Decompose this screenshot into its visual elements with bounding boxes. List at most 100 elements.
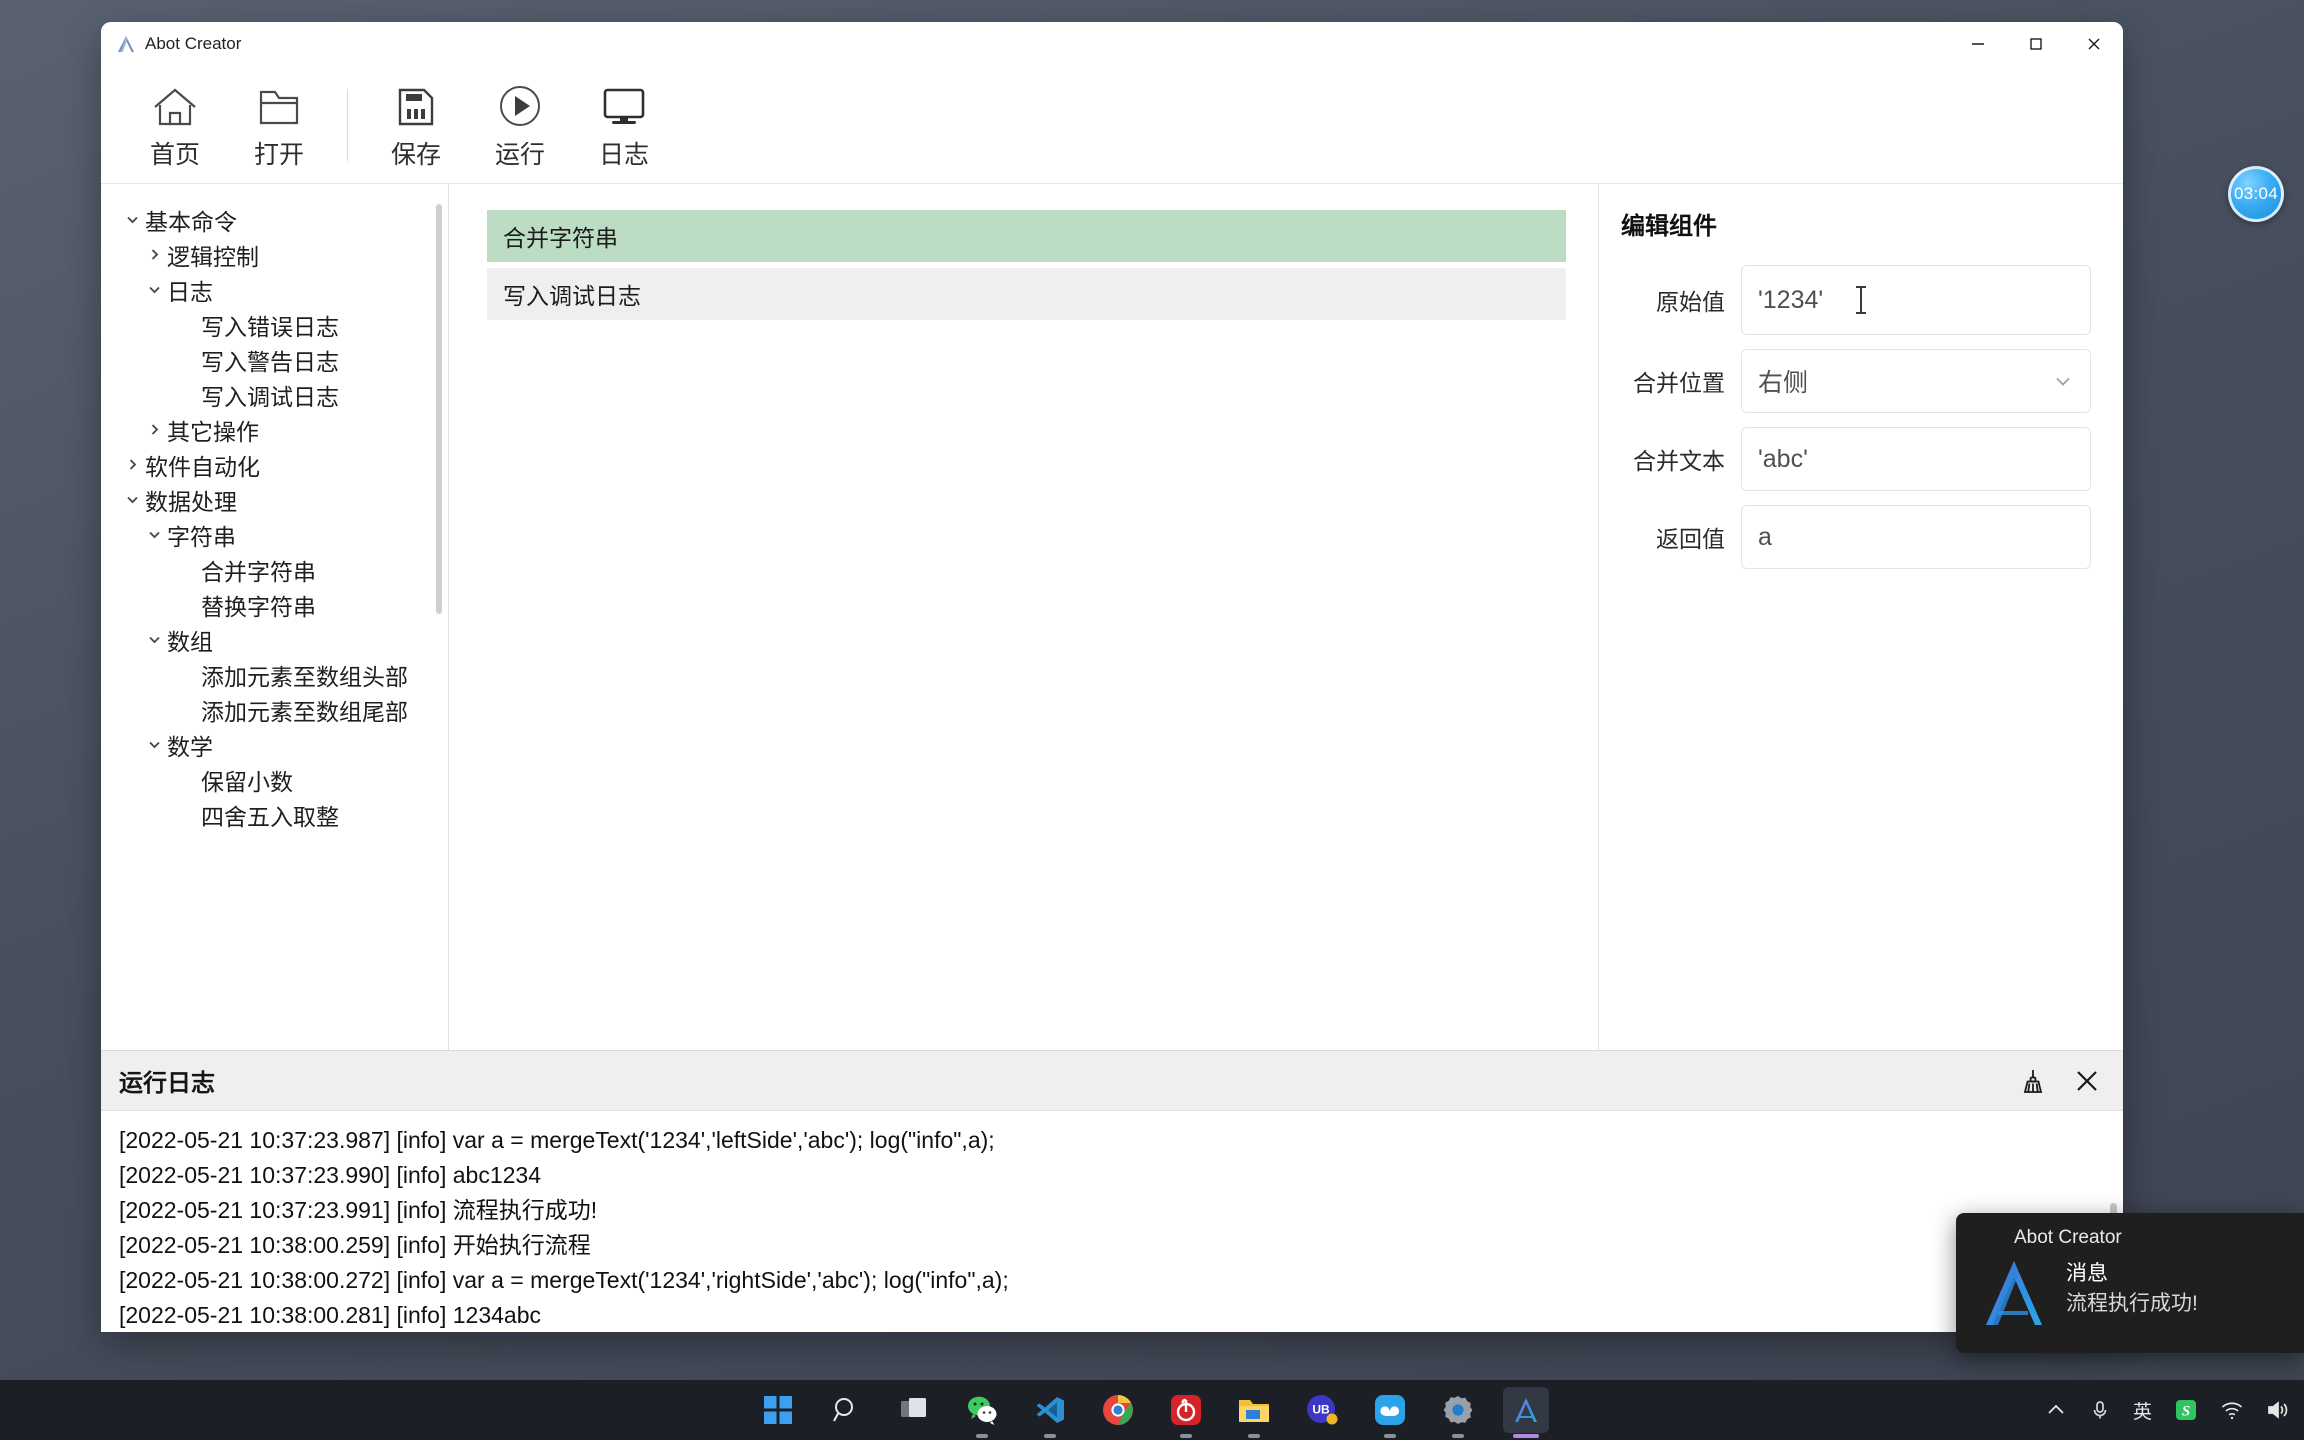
tree-node-13[interactable]: 添加元素至数组头部	[101, 657, 448, 692]
task-view-button[interactable]	[891, 1387, 937, 1433]
toast-kind: 消息	[2066, 1262, 2108, 1285]
tree-node-2[interactable]: 日志	[101, 272, 448, 307]
field-value: '1234'	[1758, 285, 1824, 314]
toolbar-run-button[interactable]: 运行	[468, 77, 572, 173]
chevron-right-icon[interactable]	[141, 422, 167, 437]
toolbar-open-button[interactable]: 打开	[227, 77, 331, 173]
field-input[interactable]: a	[1741, 505, 2091, 569]
flow-step-selected[interactable]: 合并字符串	[487, 210, 1566, 262]
broom-icon[interactable]	[2019, 1067, 2047, 1095]
timer-value: 03:04	[2233, 184, 2279, 203]
wechat-app[interactable]	[959, 1387, 1005, 1438]
search-button[interactable]	[823, 1387, 869, 1433]
toolbar-save-button[interactable]: 保存	[364, 77, 468, 173]
window-title: Abot Creator	[145, 34, 242, 53]
start-button[interactable]	[755, 1387, 801, 1433]
speaker-icon[interactable]	[2266, 1399, 2290, 1421]
close-button[interactable]	[2065, 22, 2123, 66]
system-tray: 英 S	[2045, 1397, 2290, 1424]
ime-indicator[interactable]: 英	[2133, 1397, 2152, 1424]
chrome-app[interactable]	[1095, 1387, 1141, 1433]
home-icon	[151, 79, 199, 129]
tree-node-3[interactable]: 写入错误日志	[101, 307, 448, 342]
toolbar-separator	[347, 88, 348, 161]
tree-node-label: 数学	[167, 733, 213, 760]
tree-node-14[interactable]: 添加元素至数组尾部	[101, 692, 448, 727]
toolbar-log-button[interactable]: 日志	[572, 77, 676, 173]
flow-canvas[interactable]: 合并字符串写入调试日志	[449, 184, 1599, 1050]
chevron-up-icon[interactable]	[2045, 1399, 2067, 1421]
tree-node-7[interactable]: 软件自动化	[101, 447, 448, 482]
blue-cloud-app[interactable]	[1367, 1387, 1413, 1438]
tree-node-9[interactable]: 字符串	[101, 517, 448, 552]
toolbar-home-button[interactable]: 首页	[123, 77, 227, 173]
toolbar-home-label: 首页	[149, 140, 200, 169]
minimize-button[interactable]	[1949, 22, 2007, 66]
run-log-header: 运行日志	[101, 1051, 2123, 1111]
flow-step[interactable]: 写入调试日志	[487, 268, 1566, 320]
tree-scrollbar[interactable]	[436, 204, 442, 614]
log-line-4: [2022-05-21 10:38:00.272] [info] var a =…	[119, 1267, 1009, 1293]
svg-text:S: S	[2182, 1404, 2190, 1420]
tree-node-11[interactable]: 替换字符串	[101, 587, 448, 622]
chevron-down-icon[interactable]	[141, 632, 167, 647]
folder-open-icon	[256, 79, 302, 129]
tree-node-10[interactable]: 合并字符串	[101, 552, 448, 587]
abot-a-logo-icon	[115, 33, 137, 55]
netease-music-app[interactable]	[1163, 1387, 1209, 1438]
tree-node-17[interactable]: 四舍五入取整	[101, 797, 448, 832]
field-input[interactable]: '1234'	[1741, 265, 2091, 335]
notification-toast[interactable]: Abot Creator 消息 流程执行成功!	[1956, 1213, 2304, 1353]
chevron-down-icon[interactable]	[141, 282, 167, 297]
tree-node-6[interactable]: 其它操作	[101, 412, 448, 447]
wifi-icon[interactable]	[2220, 1399, 2244, 1421]
svg-text:UB: UB	[1312, 1403, 1330, 1417]
log-line-5: [2022-05-21 10:38:00.281] [info] 1234abc	[119, 1302, 542, 1328]
tree-node-8[interactable]: 数据处理	[101, 482, 448, 517]
field-select[interactable]: 右侧	[1741, 349, 2091, 413]
tree-node-label: 保留小数	[201, 768, 293, 795]
main-toolbar: 首页 打开 保存 运行 日志	[101, 66, 2123, 184]
chevron-down-icon[interactable]	[141, 737, 167, 752]
flow-step-list: 合并字符串写入调试日志	[487, 210, 1566, 320]
vscode-app[interactable]	[1027, 1387, 1073, 1438]
tree-node-label: 数组	[167, 628, 213, 655]
tree-node-0[interactable]: 基本命令	[101, 202, 448, 237]
chevron-right-icon[interactable]	[119, 457, 145, 472]
tree-node-15[interactable]: 数学	[101, 727, 448, 762]
close-log-icon[interactable]	[2073, 1067, 2101, 1095]
running-indicator	[1248, 1434, 1260, 1438]
toolbar-log-label: 日志	[598, 140, 649, 169]
field-input[interactable]: 'abc'	[1741, 427, 2091, 491]
tree-node-label: 添加元素至数组尾部	[201, 698, 408, 725]
field-row-1: 合并位置 右侧	[1621, 349, 2091, 413]
file-explorer-app[interactable]	[1231, 1387, 1277, 1438]
log-line-1: [2022-05-21 10:37:23.990] [info] abc1234	[119, 1162, 542, 1188]
tree-node-5[interactable]: 写入调试日志	[101, 377, 448, 412]
maximize-button[interactable]	[2007, 22, 2065, 66]
tree-node-16[interactable]: 保留小数	[101, 762, 448, 797]
abot-creator-app[interactable]	[1503, 1387, 1549, 1438]
microphone-icon[interactable]	[2089, 1399, 2111, 1421]
run-log-body[interactable]: [2022-05-21 10:37:23.987] [info] var a =…	[101, 1111, 2123, 1332]
field-row-3: 返回值 a	[1621, 505, 2091, 569]
tree-node-4[interactable]: 写入警告日志	[101, 342, 448, 377]
tree-node-label: 逻辑控制	[167, 243, 259, 270]
chevron-down-icon[interactable]	[119, 212, 145, 227]
settings-app[interactable]	[1435, 1387, 1481, 1438]
running-indicator	[1044, 1434, 1056, 1438]
floating-timer-badge[interactable]: 03:04	[2228, 166, 2284, 222]
ub-app[interactable]: UB	[1299, 1387, 1345, 1433]
chevron-down-icon[interactable]	[2052, 370, 2074, 392]
tree-node-12[interactable]: 数组	[101, 622, 448, 657]
chevron-right-icon[interactable]	[141, 247, 167, 262]
sogou-input-icon[interactable]: S	[2174, 1398, 2198, 1422]
chevron-down-icon[interactable]	[119, 492, 145, 507]
chevron-down-icon[interactable]	[141, 527, 167, 542]
tree-node-1[interactable]: 逻辑控制	[101, 237, 448, 272]
tree-node-label: 写入错误日志	[201, 313, 339, 340]
running-indicator	[1180, 1434, 1192, 1438]
save-icon	[394, 79, 438, 129]
field-label: 合并位置	[1633, 370, 1725, 396]
abot-a-logo-icon	[1976, 1255, 2052, 1336]
